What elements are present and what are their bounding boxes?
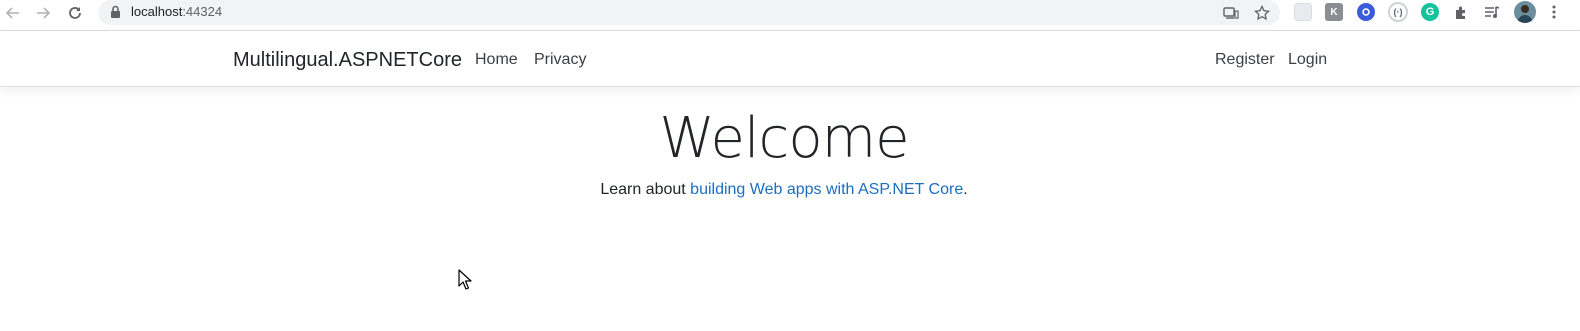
star-icon[interactable] — [1253, 4, 1271, 22]
back-icon[interactable] — [2, 2, 24, 24]
extension-icon-timer[interactable]: (·) — [1388, 2, 1408, 22]
lead-text: Learn about building Web apps with ASP.N… — [0, 181, 1568, 199]
menu-icon[interactable] — [1549, 3, 1559, 21]
extension-icon-gray[interactable] — [1294, 3, 1312, 21]
forward-icon[interactable] — [32, 2, 54, 24]
brand-link[interactable]: Multilingual.ASPNETCore — [233, 49, 462, 72]
extension-icon-blue[interactable] — [1357, 3, 1375, 21]
media-icon[interactable] — [1483, 3, 1501, 21]
grammarly-icon[interactable]: G — [1421, 3, 1439, 21]
lead-prefix: Learn about — [600, 181, 691, 198]
cast-icon[interactable] — [1222, 4, 1240, 22]
docs-link[interactable]: building Web apps with ASP.NET Core — [690, 181, 963, 198]
reload-icon[interactable] — [64, 2, 86, 24]
lock-icon[interactable] — [110, 5, 121, 24]
nav-link-home[interactable]: Home — [475, 51, 518, 69]
mouse-cursor-icon — [458, 269, 472, 295]
nav-link-login[interactable]: Login — [1288, 51, 1327, 69]
nav-link-register[interactable]: Register — [1215, 51, 1275, 69]
url-text[interactable]: localhost:44324 — [131, 4, 222, 19]
address-bar[interactable]: localhost:44324 — [98, 0, 1280, 25]
extensions-icon[interactable] — [1452, 3, 1470, 21]
page-title: Welcome — [659, 106, 909, 171]
extension-icon-k[interactable]: K — [1325, 3, 1343, 21]
profile-avatar[interactable] — [1514, 1, 1536, 23]
nav-link-privacy[interactable]: Privacy — [534, 51, 586, 69]
browser-toolbar: localhost:44324 K (·) G — [0, 0, 1580, 26]
lead-suffix: . — [963, 181, 968, 198]
site-navbar: Multilingual.ASPNETCore Home Privacy Reg… — [0, 31, 1580, 87]
